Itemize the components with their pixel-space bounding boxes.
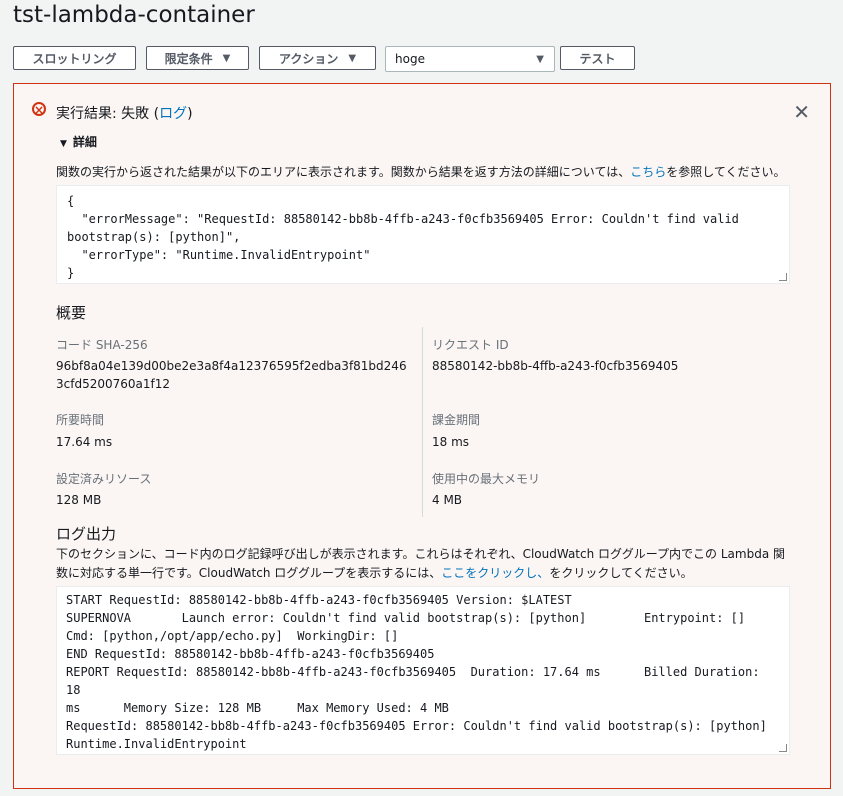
actions-label: アクション	[278, 51, 339, 66]
details-toggle[interactable]: ▼ 詳細	[60, 133, 97, 150]
caret-down-icon: ▼	[536, 53, 544, 65]
throttle-button[interactable]: スロットリング	[13, 46, 136, 70]
result-heading-suffix: )	[187, 106, 193, 122]
qualifier-dropdown[interactable]: 限定条件 ▼	[146, 46, 249, 70]
result-description: 関数の実行から返された結果が以下のエリアに表示されます。関数から結果を返す方法の…	[56, 163, 786, 180]
error-circle-icon: ×	[32, 102, 46, 117]
resize-handle[interactable]	[779, 273, 787, 281]
caret-down-icon: ▼	[60, 139, 67, 149]
function-title: tst-lambda-container	[13, 2, 255, 28]
log-output[interactable]: START RequestId: 88580142-bb8b-4ffb-a243…	[56, 586, 790, 755]
close-icon[interactable]: ✕	[793, 100, 810, 124]
code-sha-value: 96bf8a04e139d00be2e3a8f4a12376595f2edba3…	[56, 359, 407, 391]
caret-down-icon: ▼	[348, 52, 357, 64]
log-description: 下のセクションに、コード内のログ記録呼び出しが表示されます。これらはそれぞれ、C…	[56, 545, 796, 583]
summary-divider	[422, 327, 423, 517]
log-output-title: ログ出力	[56, 525, 117, 543]
billed-duration-value: 18 ms	[432, 435, 470, 449]
resources-value: 128 MB	[56, 493, 102, 507]
request-id-value: 88580142-bb8b-4ffb-a243-f0cfb3569405	[432, 359, 679, 373]
resources-label: 設定済みリソース	[56, 472, 152, 486]
log-link[interactable]: ログ	[159, 106, 187, 122]
log-description-suffix: をクリックしてください。	[549, 566, 693, 580]
max-memory-value: 4 MB	[432, 493, 463, 507]
qualifier-label: 限定条件	[164, 51, 213, 66]
test-event-value: hoge	[395, 52, 425, 66]
max-memory-label: 使用中の最大メモリ	[432, 472, 541, 486]
result-heading: 実行結果: 失敗 (ログ)	[56, 103, 193, 123]
test-label: テスト	[579, 51, 616, 66]
duration-label: 所要時間	[56, 413, 105, 427]
result-output-text: { "errorMessage": "RequestId: 88580142-b…	[67, 194, 739, 280]
log-output-text: START RequestId: 88580142-bb8b-4ffb-a243…	[66, 593, 767, 751]
result-description-suffix: を参照してください。	[666, 165, 786, 179]
docs-link[interactable]: こちら	[630, 165, 666, 179]
result-description-text: 関数の実行から返された結果が以下のエリアに表示されます。関数から結果を返す方法の…	[56, 165, 631, 179]
test-event-select[interactable]: hoge ▼	[385, 46, 555, 72]
details-label: 詳細	[72, 135, 97, 149]
execution-result-panel: × 実行結果: 失敗 (ログ) ✕ ▼ 詳細 関数の実行から返された結果が以下のエ…	[13, 83, 831, 789]
resize-handle[interactable]	[779, 744, 787, 752]
request-id-label: リクエスト ID	[432, 338, 509, 352]
cloudwatch-link[interactable]: ここをクリックし、	[441, 566, 549, 580]
code-sha-label: コード SHA-256	[56, 338, 148, 352]
throttle-label: スロットリング	[32, 51, 117, 66]
summary-title: 概要	[56, 304, 87, 322]
test-button[interactable]: テスト	[560, 46, 635, 70]
result-output[interactable]: { "errorMessage": "RequestId: 88580142-b…	[56, 185, 790, 284]
duration-value: 17.64 ms	[56, 435, 113, 449]
result-heading-text: 実行結果: 失敗 (	[56, 106, 160, 122]
actions-dropdown[interactable]: アクション ▼	[259, 46, 376, 70]
caret-down-icon: ▼	[222, 52, 231, 64]
billed-duration-label: 課金期間	[432, 413, 481, 427]
